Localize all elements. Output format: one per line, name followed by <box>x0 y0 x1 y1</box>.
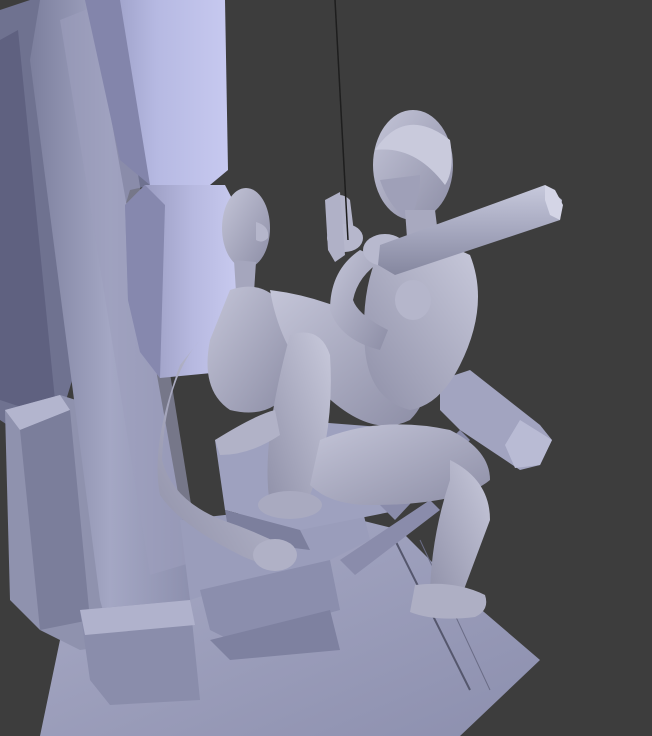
3d-viewport[interactable] <box>0 0 652 736</box>
3d-scene <box>0 0 563 736</box>
